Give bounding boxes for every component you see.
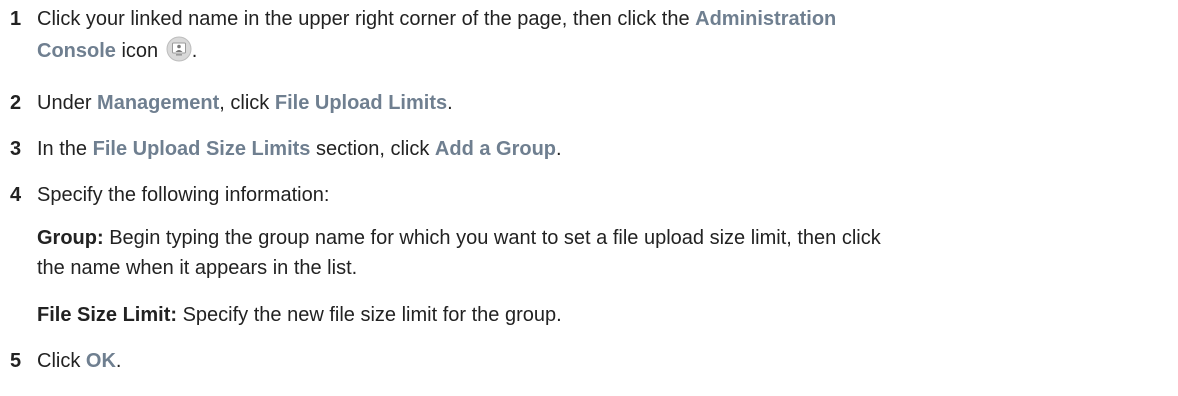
field-label-group: Group: — [37, 227, 104, 249]
field-description-file-size-limit: File Size Limit: Specify the new file si… — [37, 300, 1168, 330]
field-label-file-size-limit: File Size Limit: — [37, 304, 178, 326]
ui-term-add-a-group: Add a Group — [434, 138, 557, 160]
administration-console-icon — [166, 36, 192, 62]
step-text: section, click — [315, 138, 430, 160]
sentence-period: . — [115, 350, 122, 372]
step-2: 2 Under Management, click File Upload Lim… — [10, 88, 1168, 118]
step-5: 5 Click OK. — [10, 346, 1168, 376]
sentence-period: . — [556, 138, 562, 160]
sentence-period: . — [191, 40, 198, 62]
ui-term-file-upload-limits: File Upload Limits — [274, 92, 448, 114]
step-1: 1 Click your linked name in the upper rig… — [10, 4, 1168, 34]
step-text: , click — [219, 92, 270, 114]
step-1-continued: Console icon . — [37, 36, 1168, 66]
field-description: Specify the new file size limit for the … — [182, 304, 562, 326]
ui-term-management: Management — [97, 92, 220, 114]
ui-term-file-upload-size-limits: File Upload Size Limits — [92, 138, 311, 160]
step-text: In the — [37, 138, 88, 160]
ui-term-administration: Administration — [695, 8, 837, 30]
step-3: 3 In the File Upload Size Limits section,… — [10, 134, 1168, 164]
step-text: Click your linked name in the upper righ… — [37, 8, 690, 30]
step-number: 2 — [10, 92, 22, 114]
step-text: icon — [121, 40, 159, 62]
step-number: 5 — [10, 350, 22, 372]
step-number: 4 — [10, 184, 22, 206]
step-number: 3 — [10, 138, 22, 160]
sentence-period: . — [447, 92, 453, 114]
field-description: the name when it appears in the list. — [37, 257, 358, 279]
step-text: Under — [37, 92, 92, 114]
ui-term-ok: OK — [85, 350, 116, 372]
step-number: 1 — [10, 8, 22, 30]
ui-term-console: Console — [37, 40, 116, 62]
step-4: 4 Specify the following information: — [10, 180, 1168, 210]
field-description-group: Group: Begin typing the group name for w… — [37, 223, 1168, 283]
step-text: Specify the following information: — [37, 184, 330, 206]
field-description: Begin typing the group name for which yo… — [109, 227, 881, 249]
step-text: Click — [37, 350, 81, 372]
